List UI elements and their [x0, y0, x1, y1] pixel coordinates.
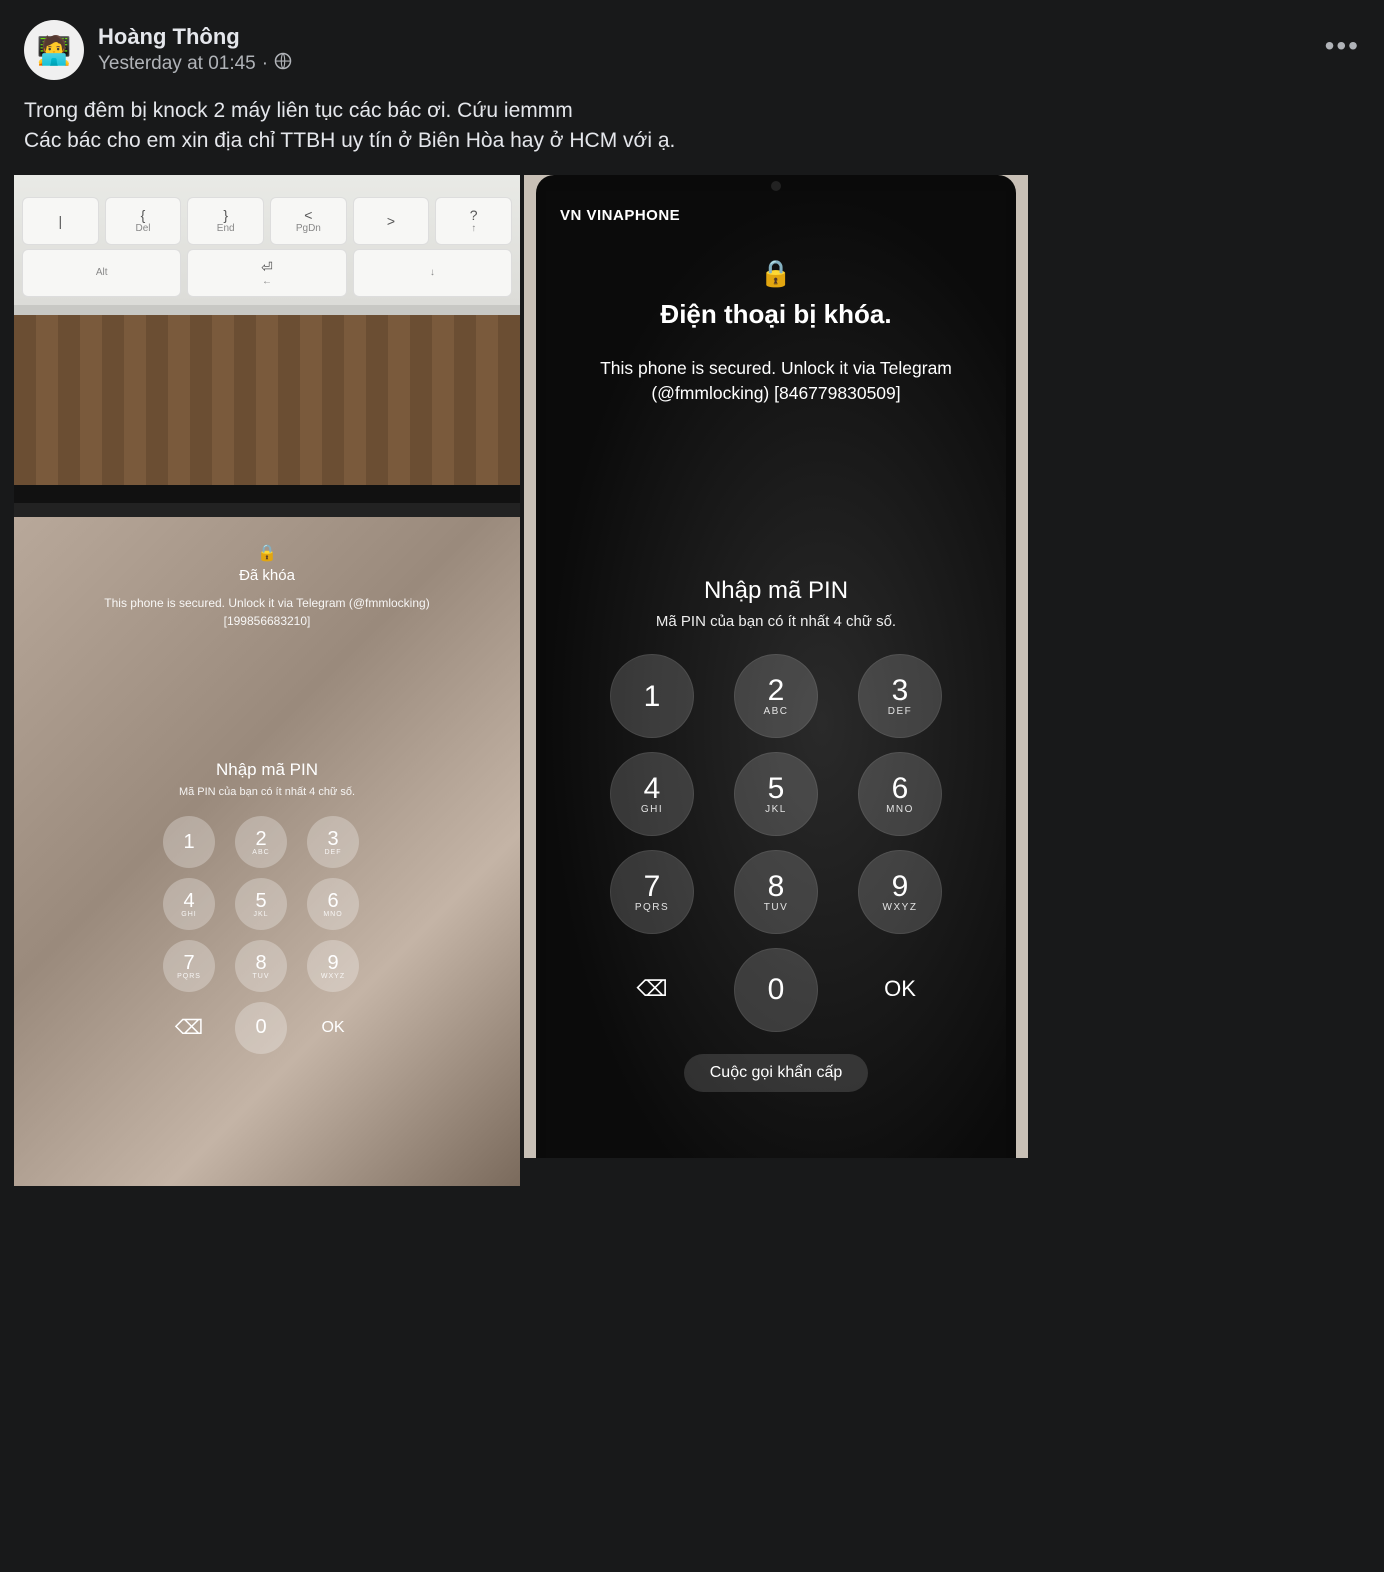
lock-msg-line: This phone is secured. Unlock it via Tel…	[104, 594, 429, 612]
tablet-screen: 🔒 Đã khóa This phone is secured. Unlock …	[14, 517, 520, 1186]
carrier-label: VN VINAPHONE	[560, 207, 680, 224]
keypad-key-1[interactable]: 1	[163, 816, 215, 868]
keypad-key-8[interactable]: 8TUV	[235, 940, 287, 992]
front-camera	[771, 181, 781, 191]
timestamp[interactable]: Yesterday at 01:45	[98, 53, 256, 75]
author-name[interactable]: Hoàng Thông	[98, 24, 292, 50]
author-block: Hoàng Thông Yesterday at 01:45 ·	[98, 24, 292, 76]
pin-subtitle: Mã PIN của bạn có ít nhất 4 chữ số.	[656, 613, 896, 630]
keypad-key-8[interactable]: 8TUV	[734, 850, 818, 934]
pin-title: Nhập mã PIN	[216, 760, 318, 780]
keypad-key-3[interactable]: 3DEF	[858, 654, 942, 738]
lock-msg-line: [199856683210]	[104, 612, 429, 630]
keypad-key-6[interactable]: 6MNO	[858, 752, 942, 836]
post-meta: Yesterday at 01:45 ·	[98, 52, 292, 76]
phone-screen: VN VINAPHONE 🔒 Điện thoại bị khóa. This …	[546, 191, 1006, 1158]
backspace-key[interactable]: ⌫	[611, 948, 693, 1030]
body-line: Trong đêm bị knock 2 máy liên tục các bá…	[24, 96, 1360, 126]
post-header: 🧑‍💻 Hoàng Thông Yesterday at 01:45 · •••	[24, 20, 1360, 80]
keypad-key-5[interactable]: 5JKL	[734, 752, 818, 836]
keyboard: |{Del}End<PgDn>?↑ Alt⏎←↓	[14, 175, 520, 315]
post: 🧑‍💻 Hoàng Thông Yesterday at 01:45 · •••…	[0, 0, 1384, 157]
lock-icon: 🔒	[760, 258, 792, 289]
keypad-key-9[interactable]: 9WXYZ	[307, 940, 359, 992]
phone-surround: VN VINAPHONE 🔒 Điện thoại bị khóa. This …	[524, 175, 1028, 1158]
keyboard-key: {Del	[105, 197, 182, 245]
keyboard-key: ↓	[353, 249, 512, 297]
backspace-key[interactable]: ⌫	[163, 1002, 215, 1054]
keypad-key-7[interactable]: 7PQRS	[163, 940, 215, 992]
keypad-key-0[interactable]: 0	[235, 1002, 287, 1054]
phone-body: VN VINAPHONE 🔒 Điện thoại bị khóa. This …	[536, 175, 1016, 1158]
keypad-key-2[interactable]: 2ABC	[734, 654, 818, 738]
keyboard-key: ⏎←	[187, 249, 346, 297]
keyboard-key: <PgDn	[270, 197, 347, 245]
keypad-key-0[interactable]: 0	[734, 948, 818, 1032]
locked-title: Đã khóa	[239, 567, 295, 584]
keyboard-key: Alt	[22, 249, 181, 297]
keyboard-key: }End	[187, 197, 264, 245]
lock-message: This phone is secured. Unlock it via Tel…	[104, 594, 429, 630]
keypad-key-9[interactable]: 9WXYZ	[858, 850, 942, 934]
keypad-key-6[interactable]: 6MNO	[307, 878, 359, 930]
keypad-key-7[interactable]: 7PQRS	[610, 850, 694, 934]
keypad-key-2[interactable]: 2ABC	[235, 816, 287, 868]
post-body: Trong đêm bị knock 2 máy liên tục các bá…	[24, 96, 1360, 157]
avatar[interactable]: 🧑‍💻	[24, 20, 84, 80]
photo-tablet[interactable]: |{Del}End<PgDn>?↑ Alt⏎←↓ 🔒 Đã khóa This …	[14, 175, 520, 1158]
keypad-key-4[interactable]: 4GHI	[163, 878, 215, 930]
keypad-key-4[interactable]: 4GHI	[610, 752, 694, 836]
pin-title: Nhập mã PIN	[704, 577, 848, 605]
phone-keypad: 1 2ABC 3DEF 4GHI 5JKL 6MNO 7PQRS 8TUV 9WXYZ ⌫ 0 OK	[597, 654, 955, 1034]
keypad-key-5[interactable]: 5JKL	[235, 878, 287, 930]
lock-msg-line: (@fmmlocking) [846779830509]	[600, 381, 952, 406]
more-button[interactable]: •••	[1325, 30, 1360, 62]
tablet-keypad: 1 2ABC 3DEF 4GHI 5JKL 6MNO 7PQRS 8TUV 9WXYZ ⌫ 0 OK	[163, 816, 371, 1056]
keyboard-key: |	[22, 197, 99, 245]
keyboard-key: ?↑	[435, 197, 512, 245]
photo-phone[interactable]: VN VINAPHONE 🔒 Điện thoại bị khóa. This …	[524, 175, 1028, 1158]
emergency-call-button[interactable]: Cuộc gọi khẩn cấp	[684, 1054, 869, 1092]
keypad-key-3[interactable]: 3DEF	[307, 816, 359, 868]
locked-title: Điện thoại bị khóa.	[660, 299, 891, 330]
body-line: Các bác cho em xin địa chỉ TTBH uy tín ở…	[24, 126, 1360, 156]
public-icon	[274, 52, 292, 76]
media-grid: |{Del}End<PgDn>?↑ Alt⏎←↓ 🔒 Đã khóa This …	[0, 175, 1384, 1158]
pin-subtitle: Mã PIN của bạn có ít nhất 4 chữ số.	[179, 786, 355, 798]
desk-surface	[14, 315, 520, 485]
meta-sep: ·	[262, 53, 268, 75]
ok-key[interactable]: OK	[307, 1002, 359, 1054]
lock-icon: 🔒	[257, 543, 277, 563]
lock-message: This phone is secured. Unlock it via Tel…	[582, 356, 970, 407]
lock-msg-line: This phone is secured. Unlock it via Tel…	[600, 356, 952, 381]
keypad-key-1[interactable]: 1	[610, 654, 694, 738]
tablet-body: 🔒 Đã khóa This phone is secured. Unlock …	[14, 485, 520, 1186]
ok-key[interactable]: OK	[859, 948, 941, 1030]
keyboard-key: >	[353, 197, 430, 245]
